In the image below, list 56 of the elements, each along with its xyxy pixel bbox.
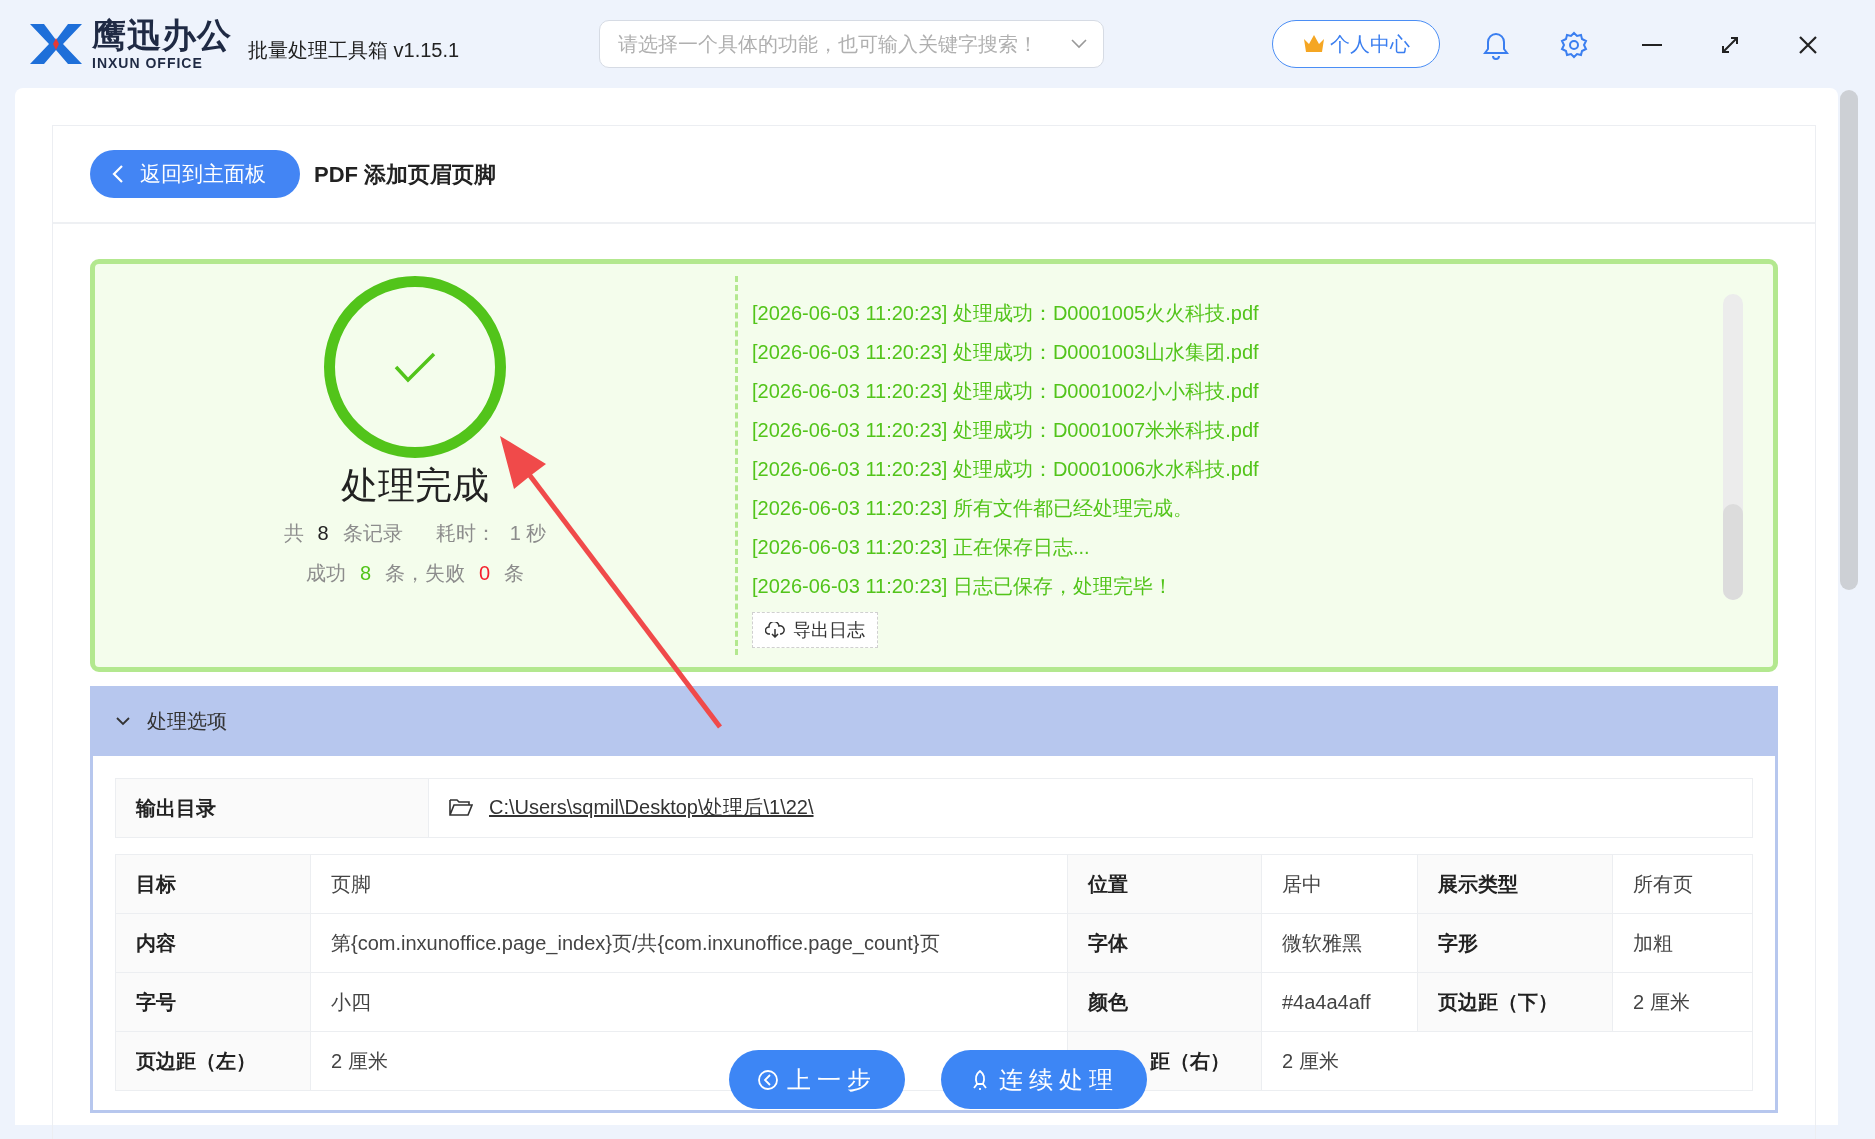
cloud-download-icon	[765, 622, 785, 638]
table-cell: 页边距（左）	[115, 1031, 311, 1091]
table-cell: 展示类型	[1417, 854, 1613, 914]
table-cell: 字形	[1417, 913, 1613, 973]
table-cell: 2 厘米	[1261, 1031, 1753, 1091]
circle-chevron-left-icon	[756, 1068, 779, 1091]
log-line: [2026-06-03 11:20:23] 处理成功：D0001007米米科技.pdf	[752, 418, 1260, 443]
log-line: [2026-06-03 11:20:23] 处理成功：D0001006水水科技.pdf	[752, 457, 1260, 482]
log-line: [2026-06-03 11:20:23] 日志已保存，处理完毕！	[752, 574, 1174, 599]
table-cell: 输出目录	[115, 778, 429, 838]
log-line: [2026-06-03 11:20:23] 处理成功：D0001005火火科技.pdf	[752, 301, 1260, 326]
log-line: [2026-06-03 11:20:23] 正在保存日志...	[752, 535, 1091, 560]
table-cell: 页边距（下）	[1417, 972, 1613, 1032]
options-header[interactable]: 处理选项	[93, 686, 1775, 756]
table-cell: 字号	[115, 972, 311, 1032]
scrollbar-thumb[interactable]	[1723, 504, 1743, 600]
app-title: 批量处理工具箱 v1.15.1	[248, 38, 460, 63]
table-cell: 位置	[1067, 854, 1262, 914]
table-cell: 2 厘米	[1612, 972, 1753, 1032]
options-title: 处理选项	[147, 709, 227, 734]
brand-name: 鹰迅办公	[92, 18, 232, 52]
table-cell: #4a4a4aff	[1261, 972, 1418, 1032]
log-line: [2026-06-03 11:20:23] 所有文件都已经处理完成。	[752, 496, 1194, 521]
chevron-left-icon	[112, 164, 124, 184]
page-title: PDF 添加页眉页脚	[314, 160, 497, 189]
table-cell: 所有页	[1612, 854, 1753, 914]
previous-step-button[interactable]: 上一步	[728, 1050, 905, 1109]
log-scrollbar[interactable]	[1723, 294, 1743, 600]
table-cell: 颜色	[1067, 972, 1262, 1032]
table-cell: 加粗	[1612, 913, 1753, 973]
logo-icon	[28, 22, 84, 66]
log-line: [2026-06-03 11:20:23] 处理成功：D0001003山水集团.pdf	[752, 340, 1260, 365]
table-cell: 居中	[1261, 854, 1418, 914]
table-cell: 内容	[115, 913, 311, 973]
scrollbar-thumb[interactable]	[1840, 90, 1858, 590]
stats-line: 共 8 条记录 耗时： 1 秒	[282, 521, 548, 547]
log-line: [2026-06-03 11:20:23] 处理成功：D0001002小小科技.pdf	[752, 379, 1260, 404]
table-cell: 第{com.inxunoffice.page_index}页/共{com.inxunoffice.page_count}页	[310, 913, 1068, 973]
back-button[interactable]: 返回到主面板	[90, 150, 300, 198]
user-center-button[interactable]: 个人中心	[1272, 20, 1441, 68]
continue-button[interactable]: 连续处理	[940, 1050, 1147, 1109]
output-path-link[interactable]: C:\Users\sqmil\Desktop\处理后\1\22\	[489, 792, 814, 822]
folder-icon	[449, 798, 473, 816]
table-cell: 页脚	[310, 854, 1068, 914]
success-circle-icon	[324, 276, 506, 458]
export-log-button[interactable]: 导出日志	[752, 612, 878, 648]
status-title: 处理完成	[341, 464, 489, 508]
search-field[interactable]: 请选择一个具体的功能，也可输入关键字搜索！	[599, 20, 1105, 68]
brand-subtitle: INXUN OFFICE	[92, 56, 204, 70]
table-cell: 字体	[1067, 913, 1262, 973]
crown-icon	[1302, 33, 1327, 55]
table-cell: 目标	[115, 854, 311, 914]
stats-line: 成功 8 条，失败 0 条	[304, 561, 526, 587]
table-cell: 微软雅黑	[1261, 913, 1418, 973]
chevron-down-icon	[1071, 39, 1088, 49]
table-cell: 小四	[310, 972, 1068, 1032]
